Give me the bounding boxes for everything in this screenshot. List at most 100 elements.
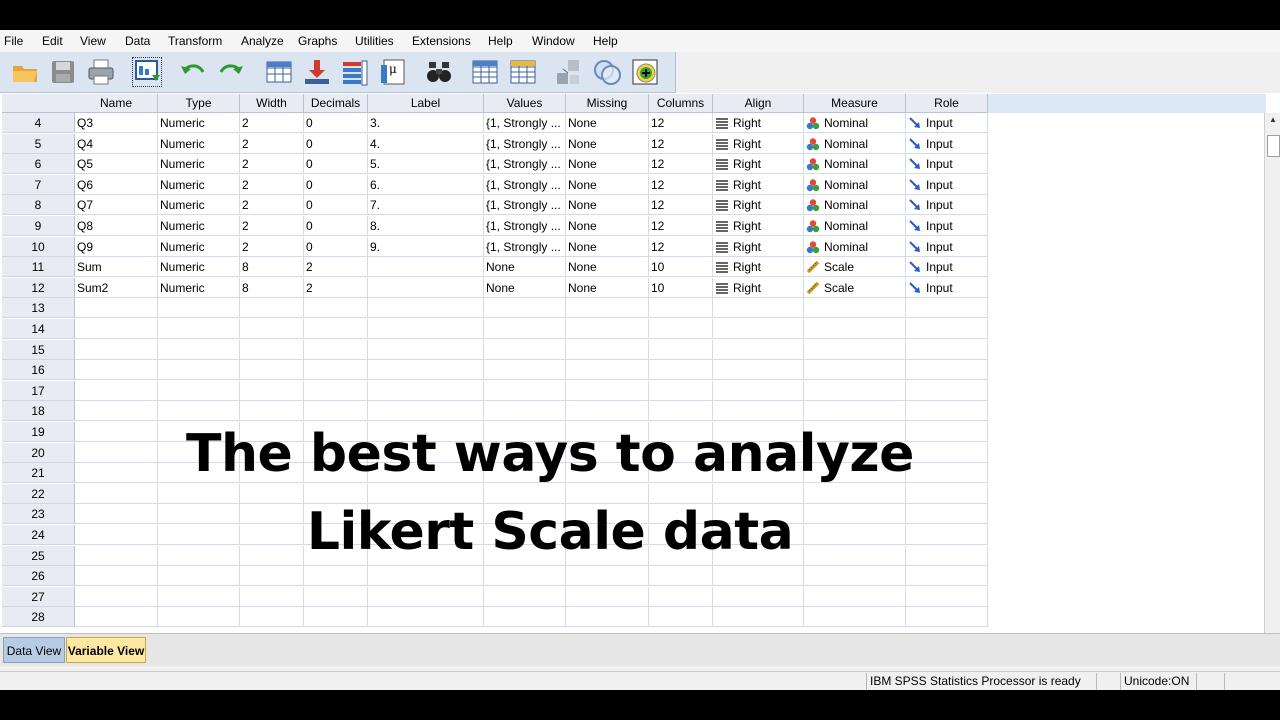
cell-measure[interactable] xyxy=(804,319,906,339)
cell-missing[interactable]: None xyxy=(566,237,649,257)
cell-missing[interactable]: None xyxy=(566,278,649,298)
cell-name[interactable]: Q4 xyxy=(75,134,158,154)
column-header-width[interactable]: Width xyxy=(240,94,304,113)
cell-columns[interactable] xyxy=(649,298,713,318)
row-number[interactable]: 20 xyxy=(2,443,75,463)
cell-measure[interactable] xyxy=(804,298,906,318)
cell-decimals[interactable] xyxy=(304,319,368,339)
column-header-columns[interactable]: Columns xyxy=(649,94,713,113)
cell-measure[interactable] xyxy=(804,381,906,401)
cell-width[interactable] xyxy=(240,360,304,380)
row-number[interactable]: 13 xyxy=(2,298,75,318)
cell-width[interactable] xyxy=(240,587,304,607)
cell-name[interactable] xyxy=(75,607,158,627)
cell-columns[interactable]: 10 xyxy=(649,278,713,298)
cell-width[interactable] xyxy=(240,298,304,318)
cell-type[interactable] xyxy=(158,340,240,360)
menu-utilities[interactable]: Utilities xyxy=(355,34,394,48)
vertical-scroll-thumb[interactable] xyxy=(1267,135,1280,157)
cell-align[interactable]: Right xyxy=(713,113,804,133)
cell-label[interactable]: 4. xyxy=(368,134,484,154)
cell-values[interactable]: None xyxy=(484,257,566,277)
menu-help-2[interactable]: Help xyxy=(593,34,618,48)
menu-edit[interactable]: Edit xyxy=(42,34,63,48)
cell-width[interactable] xyxy=(240,381,304,401)
cell-type[interactable]: Numeric xyxy=(158,175,240,195)
row-number[interactable]: 19 xyxy=(2,422,75,442)
cell-values[interactable]: {1, Strongly ... xyxy=(484,154,566,174)
cell-type[interactable]: Numeric xyxy=(158,237,240,257)
cell-columns[interactable]: 12 xyxy=(649,113,713,133)
cell-label[interactable]: 5. xyxy=(368,154,484,174)
cell-measure[interactable] xyxy=(804,607,906,627)
cell-align[interactable] xyxy=(713,587,804,607)
insert-variable-icon[interactable] xyxy=(508,57,538,87)
cell-align[interactable]: Right xyxy=(713,216,804,236)
menu-analyze[interactable]: Analyze xyxy=(241,34,284,48)
cell-columns[interactable] xyxy=(649,319,713,339)
cell-missing[interactable] xyxy=(566,298,649,318)
cell-measure[interactable]: Scale xyxy=(804,257,906,277)
cell-role[interactable] xyxy=(906,587,988,607)
cell-values[interactable]: {1, Strongly ... xyxy=(484,113,566,133)
cell-columns[interactable] xyxy=(649,381,713,401)
cell-align[interactable]: Right xyxy=(713,154,804,174)
cell-width[interactable]: 2 xyxy=(240,237,304,257)
cell-type[interactable] xyxy=(158,360,240,380)
cell-type[interactable] xyxy=(158,298,240,318)
cell-width[interactable]: 2 xyxy=(240,134,304,154)
cell-values[interactable]: {1, Strongly ... xyxy=(484,195,566,215)
cell-missing[interactable] xyxy=(566,381,649,401)
row-number[interactable]: 14 xyxy=(2,319,75,339)
cell-name[interactable]: Q5 xyxy=(75,154,158,174)
redo-icon[interactable] xyxy=(216,57,246,87)
cell-missing[interactable]: None xyxy=(566,134,649,154)
cell-type[interactable]: Numeric xyxy=(158,278,240,298)
cell-label[interactable] xyxy=(368,587,484,607)
column-header-type[interactable]: Type xyxy=(158,94,240,113)
cell-values[interactable] xyxy=(484,360,566,380)
cell-role[interactable]: Input xyxy=(906,134,988,154)
cell-role[interactable] xyxy=(906,340,988,360)
cell-measure[interactable]: Nominal xyxy=(804,195,906,215)
cell-role[interactable]: Input xyxy=(906,216,988,236)
scroll-up-icon[interactable]: ▲ xyxy=(1269,115,1277,124)
cell-decimals[interactable]: 0 xyxy=(304,154,368,174)
cell-type[interactable]: Numeric xyxy=(158,195,240,215)
menu-view[interactable]: View xyxy=(80,34,106,48)
cell-type[interactable] xyxy=(158,607,240,627)
cell-decimals[interactable] xyxy=(304,587,368,607)
cell-name[interactable] xyxy=(75,360,158,380)
goto-case-icon[interactable] xyxy=(264,57,294,87)
row-number[interactable]: 18 xyxy=(2,401,75,421)
cell-decimals[interactable]: 2 xyxy=(304,257,368,277)
cell-width[interactable] xyxy=(240,319,304,339)
row-number[interactable]: 16 xyxy=(2,360,75,380)
cell-align[interactable] xyxy=(713,298,804,318)
cell-width[interactable] xyxy=(240,607,304,627)
cell-missing[interactable]: None xyxy=(566,257,649,277)
cell-label[interactable]: 8. xyxy=(368,216,484,236)
cell-decimals[interactable] xyxy=(304,298,368,318)
cell-columns[interactable]: 10 xyxy=(649,257,713,277)
row-number[interactable]: 15 xyxy=(2,340,75,360)
cell-values[interactable] xyxy=(484,607,566,627)
cell-name[interactable]: Q7 xyxy=(75,195,158,215)
cell-name[interactable]: Sum2 xyxy=(75,278,158,298)
cell-values[interactable] xyxy=(484,298,566,318)
select-cases-icon[interactable] xyxy=(630,57,660,87)
print-icon[interactable] xyxy=(86,57,116,87)
cell-role[interactable]: Input xyxy=(906,237,988,257)
cell-columns[interactable]: 12 xyxy=(649,154,713,174)
cell-name[interactable]: Q3 xyxy=(75,113,158,133)
cell-decimals[interactable]: 0 xyxy=(304,134,368,154)
menu-data[interactable]: Data xyxy=(125,34,150,48)
cell-measure[interactable]: Nominal xyxy=(804,134,906,154)
cell-type[interactable] xyxy=(158,319,240,339)
cell-values[interactable]: None xyxy=(484,278,566,298)
cell-name[interactable] xyxy=(75,504,158,524)
cell-missing[interactable] xyxy=(566,340,649,360)
cell-columns[interactable] xyxy=(649,340,713,360)
cell-columns[interactable]: 12 xyxy=(649,134,713,154)
cell-label[interactable]: 7. xyxy=(368,195,484,215)
